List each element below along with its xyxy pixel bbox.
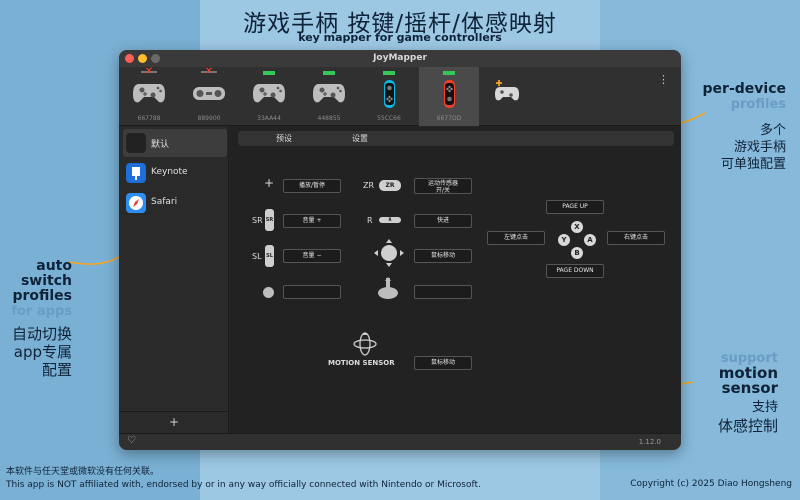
stick-move-mapping-field[interactable]: 鼠标移动 bbox=[414, 249, 472, 263]
device-id-label: 667788 bbox=[137, 115, 161, 122]
disclaimer-en: This app is NOT affiliated with, endorse… bbox=[6, 480, 481, 490]
keynote-icon bbox=[126, 163, 146, 183]
device-id-label: 448855 bbox=[317, 115, 341, 122]
add-profile-button[interactable]: + bbox=[119, 411, 229, 433]
zr-trigger-icon: ZR bbox=[379, 180, 401, 191]
zr-label: ZR bbox=[363, 181, 375, 190]
stick-press-mapping-field[interactable] bbox=[414, 285, 472, 299]
plus-button-icon: + bbox=[264, 176, 275, 190]
home-button-icon bbox=[263, 287, 274, 298]
profile-sidebar: 默认 Keynote Safari + bbox=[119, 127, 229, 433]
r-label: R bbox=[367, 216, 373, 225]
safari-icon bbox=[126, 193, 146, 213]
tab-presets[interactable]: 预设 bbox=[276, 133, 292, 144]
sl-label: SL bbox=[252, 252, 262, 261]
device-item[interactable]: ✕ 889900 bbox=[179, 67, 239, 126]
joystick-press-icon bbox=[378, 277, 398, 299]
device-item[interactable]: 55CC66 bbox=[359, 67, 419, 126]
sidebar-item-safari[interactable]: Safari bbox=[123, 189, 227, 217]
connected-indicator bbox=[323, 71, 335, 75]
heart-icon[interactable]: ♡ bbox=[127, 435, 136, 446]
title-bar: JoyMapper bbox=[119, 50, 681, 67]
page-down-mapping-field[interactable]: PAGE DOWN bbox=[546, 264, 604, 278]
device-item[interactable]: ✕ 667788 bbox=[119, 67, 179, 126]
zr-mapping-text: 运动传感器 bbox=[427, 180, 458, 187]
joystick-directions-icon bbox=[374, 239, 404, 267]
add-device-icon[interactable] bbox=[494, 79, 520, 103]
bottom-bar: ♡ 1.12.0 bbox=[119, 433, 681, 450]
device-item[interactable]: 448855 bbox=[299, 67, 359, 126]
r-mapping-field[interactable]: 快进 bbox=[414, 214, 472, 228]
zr-mapping-text: 开/关 bbox=[435, 187, 451, 194]
disconnected-x-icon: ✕ bbox=[144, 66, 154, 77]
version-label: 1.12.0 bbox=[638, 438, 661, 446]
gamepad-icon bbox=[133, 84, 165, 103]
disclaimer-zh: 本软件与任天堂或微软没有任何关联。 bbox=[6, 467, 160, 477]
device-id-label: 33AA44 bbox=[257, 115, 281, 122]
sr-button-icon: SR bbox=[265, 209, 274, 231]
sidebar-item-label: 默认 bbox=[151, 140, 170, 150]
face-button-b-icon: B bbox=[571, 247, 583, 259]
more-options-icon[interactable]: ⋮ bbox=[658, 73, 669, 86]
device-id-label: 6677DD bbox=[436, 115, 462, 122]
plus-mapping-field[interactable]: 播放/暂停 bbox=[283, 179, 341, 193]
right-click-mapping-field[interactable]: 右键点击 bbox=[607, 231, 665, 245]
motion-mapping-field[interactable]: 鼠标移动 bbox=[414, 356, 472, 370]
connected-indicator bbox=[263, 71, 275, 75]
footer-disclaimer: 本软件与任天堂或微软没有任何关联。 This app is NOT affili… bbox=[6, 466, 481, 492]
connected-indicator bbox=[383, 71, 395, 75]
device-bar: ✕ 667788 ✕ 889900 33AA44 448855 55CC66 6… bbox=[119, 67, 681, 126]
sidebar-item-label: Safari bbox=[151, 197, 178, 207]
mapping-panel: 预设 设置 + bbox=[230, 127, 681, 433]
device-id-label: 55CC66 bbox=[377, 115, 401, 122]
gamepad-icon bbox=[313, 84, 345, 103]
disconnected-x-icon: ✕ bbox=[204, 66, 214, 77]
connected-indicator bbox=[443, 71, 455, 75]
device-id-label: 889900 bbox=[197, 115, 221, 122]
sidebar-item-default[interactable]: 默认 bbox=[123, 129, 227, 157]
device-item[interactable]: 33AA44 bbox=[239, 67, 299, 126]
tab-settings[interactable]: 设置 bbox=[352, 133, 368, 144]
sl-mapping-field[interactable]: 音量 − bbox=[283, 249, 341, 263]
tab-bar: 预设 设置 bbox=[238, 131, 674, 146]
footer-copyright: Copyright (c) 2025 Diao Hongsheng bbox=[630, 479, 792, 489]
r-bumper-icon: R bbox=[379, 217, 401, 223]
sidebar-item-keynote[interactable]: Keynote bbox=[123, 159, 227, 187]
motion-sensor-label: MOTION SENSOR bbox=[328, 359, 395, 367]
face-button-x-icon: X bbox=[571, 221, 583, 233]
default-profile-icon bbox=[126, 133, 146, 153]
face-button-y-icon: Y bbox=[558, 234, 570, 246]
sidebar-item-label: Keynote bbox=[151, 167, 188, 177]
home-mapping-field[interactable] bbox=[283, 285, 341, 299]
face-button-a-icon: A bbox=[584, 234, 596, 246]
joycon-red-icon bbox=[444, 80, 455, 108]
device-item-selected[interactable]: 6677DD bbox=[419, 67, 479, 126]
gamepad-icon bbox=[253, 84, 285, 103]
sl-button-icon: SL bbox=[265, 245, 274, 267]
left-click-mapping-field[interactable]: 左键点击 bbox=[487, 231, 545, 245]
sr-mapping-field[interactable]: 音量 + bbox=[283, 214, 341, 228]
snes-controller-icon bbox=[193, 87, 225, 100]
window-title: JoyMapper bbox=[373, 53, 427, 63]
motion-sensor-icon bbox=[353, 332, 377, 356]
zr-mapping-field[interactable]: 运动传感器 开/关 bbox=[414, 178, 472, 194]
sr-label: SR bbox=[252, 216, 263, 225]
page-up-mapping-field[interactable]: PAGE UP bbox=[546, 200, 604, 214]
joycon-blue-icon bbox=[384, 80, 395, 108]
